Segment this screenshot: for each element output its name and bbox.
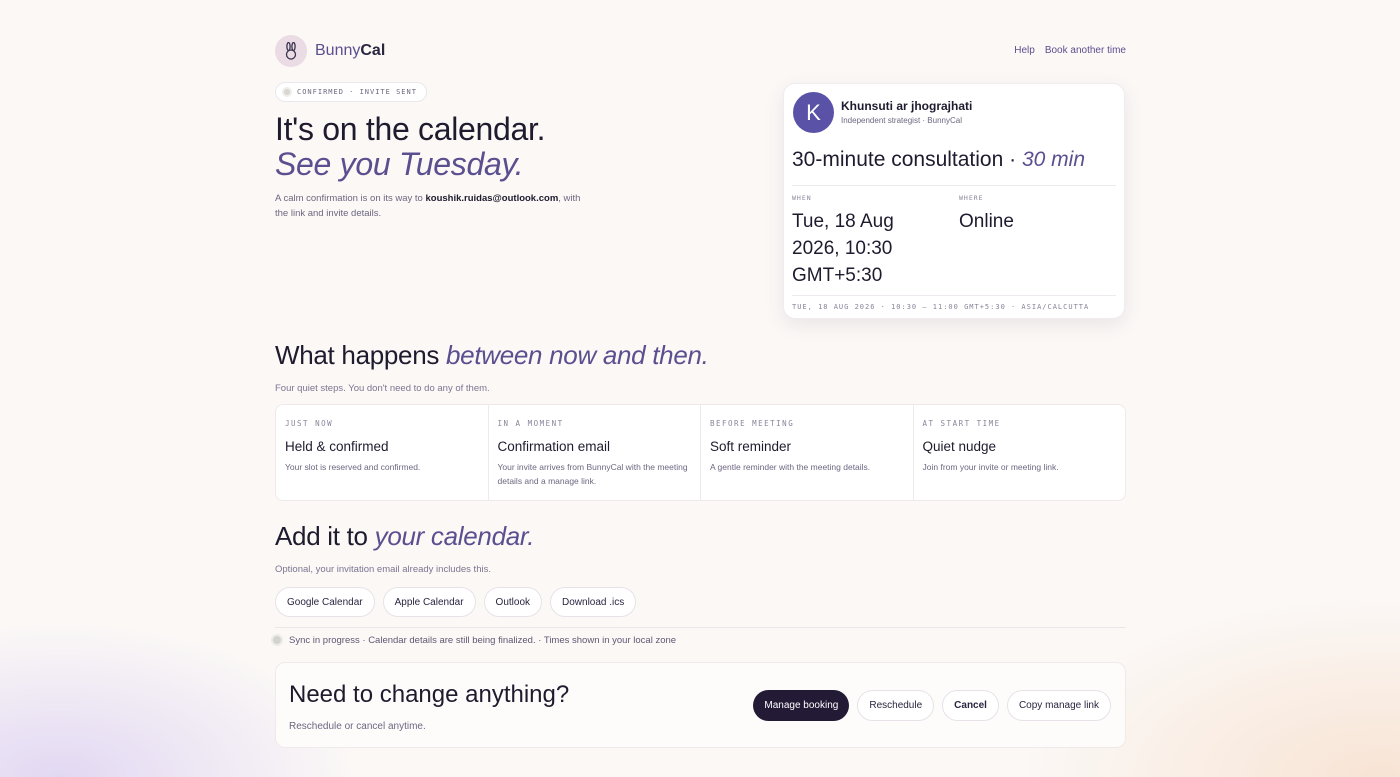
timeline-steps: JUST NOW Held & confirmed Your slot is r…	[275, 404, 1126, 501]
step-before-meeting: BEFORE MEETING Soft reminder A gentle re…	[701, 405, 914, 500]
step-title: Quiet nudge	[922, 439, 997, 454]
where-value: Online	[959, 211, 1014, 232]
timeline-title: What happens between now and then.	[275, 340, 709, 370]
calendar-buttons: Google Calendar Apple Calendar Outlook D…	[275, 587, 637, 617]
copy-manage-link-button[interactable]: Copy manage link	[1006, 690, 1111, 721]
page-title: It's on the calendar.	[275, 111, 546, 147]
booking-card: K Khunsuti ar jhograjhati Independent st…	[783, 83, 1125, 319]
step-description: Your invite arrives from BunnyCal with t…	[497, 462, 688, 486]
sync-status: Sync in progress · Calendar details are …	[271, 634, 676, 646]
brand[interactable]: BunnyCal	[275, 35, 385, 67]
rabbit-icon	[275, 35, 307, 67]
divider	[792, 185, 1116, 186]
confirmation-text: A calm confirmation is on its way to kou…	[275, 193, 581, 219]
when-value: Tue, 18 Aug 2026, 10:30 GMT+5:30	[792, 211, 894, 286]
email-address: koushik.ruidas@outlook.com	[425, 193, 559, 204]
cancel-button[interactable]: Cancel	[942, 690, 999, 721]
status-badge: CONFIRMED · INVITE SENT	[275, 82, 427, 102]
sync-dot-icon	[271, 634, 283, 646]
book-another-link[interactable]: Book another time	[1045, 45, 1126, 56]
divider	[275, 627, 1126, 628]
avatar: K	[793, 92, 834, 133]
top-nav: Help Book another time	[1014, 45, 1126, 56]
step-description: A gentle reminder with the meeting detai…	[710, 462, 871, 472]
host-name: Khunsuti ar jhograjhati	[841, 99, 973, 113]
booking-timestamp: TUE, 18 AUG 2026 · 10:30 – 11:00 GMT+5:3…	[792, 303, 1090, 311]
where-label: WHERE	[959, 194, 984, 202]
google-calendar-button[interactable]: Google Calendar	[275, 587, 375, 617]
step-title: Confirmation email	[497, 439, 611, 454]
change-title: Need to change anything?	[289, 681, 570, 708]
divider	[792, 295, 1116, 296]
step-key: AT START TIME	[922, 419, 1001, 428]
step-in-a-moment: IN A MOMENT Confirmation email Your invi…	[489, 405, 701, 500]
manage-booking-button[interactable]: Manage booking	[753, 690, 850, 721]
host-subtitle: Independent strategist · BunnyCal	[841, 116, 962, 125]
reschedule-button[interactable]: Reschedule	[857, 690, 935, 721]
sync-status-text: Sync in progress · Calendar details are …	[289, 634, 677, 646]
step-title: Soft reminder	[710, 439, 792, 454]
page-container: BunnyCal Help Book another time CONFIRME…	[271, 0, 1126, 777]
step-just-now: JUST NOW Held & confirmed Your slot is r…	[276, 405, 489, 500]
step-title: Held & confirmed	[285, 439, 389, 454]
calendar-title: Add it to your calendar.	[275, 521, 535, 551]
change-booking-panel: Need to change anything? Reschedule or c…	[275, 662, 1126, 748]
brand-name: BunnyCal	[315, 42, 386, 59]
meeting-duration: 30 min	[1021, 148, 1085, 171]
step-key: BEFORE MEETING	[710, 419, 795, 428]
outlook-button[interactable]: Outlook	[483, 587, 543, 617]
change-subtitle: Reschedule or cancel anytime.	[289, 721, 426, 732]
step-at-start-time: AT START TIME Quiet nudge Join from your…	[914, 405, 1126, 500]
step-key: IN A MOMENT	[497, 419, 564, 428]
apple-calendar-button[interactable]: Apple Calendar	[382, 587, 476, 617]
step-key: JUST NOW	[285, 419, 334, 428]
status-badge-label: CONFIRMED · INVITE SENT	[297, 88, 417, 96]
when-label: WHEN	[792, 194, 812, 202]
meeting-title: 30-minute consultation · 30 min	[792, 148, 1085, 171]
status-dot-icon	[282, 87, 292, 97]
page-title-italic: See you Tuesday.	[275, 146, 524, 182]
change-actions: Manage booking Reschedule Cancel Copy ma…	[753, 690, 1111, 721]
step-description: Join from your invite or meeting link.	[922, 462, 1059, 472]
help-link[interactable]: Help	[1014, 45, 1035, 56]
step-description: Your slot is reserved and confirmed.	[285, 462, 421, 472]
download-ics-button[interactable]: Download .ics	[550, 587, 637, 617]
calendar-subtitle: Optional, your invitation email already …	[275, 564, 491, 575]
timeline-subtitle: Four quiet steps. You don't need to do a…	[275, 383, 490, 394]
